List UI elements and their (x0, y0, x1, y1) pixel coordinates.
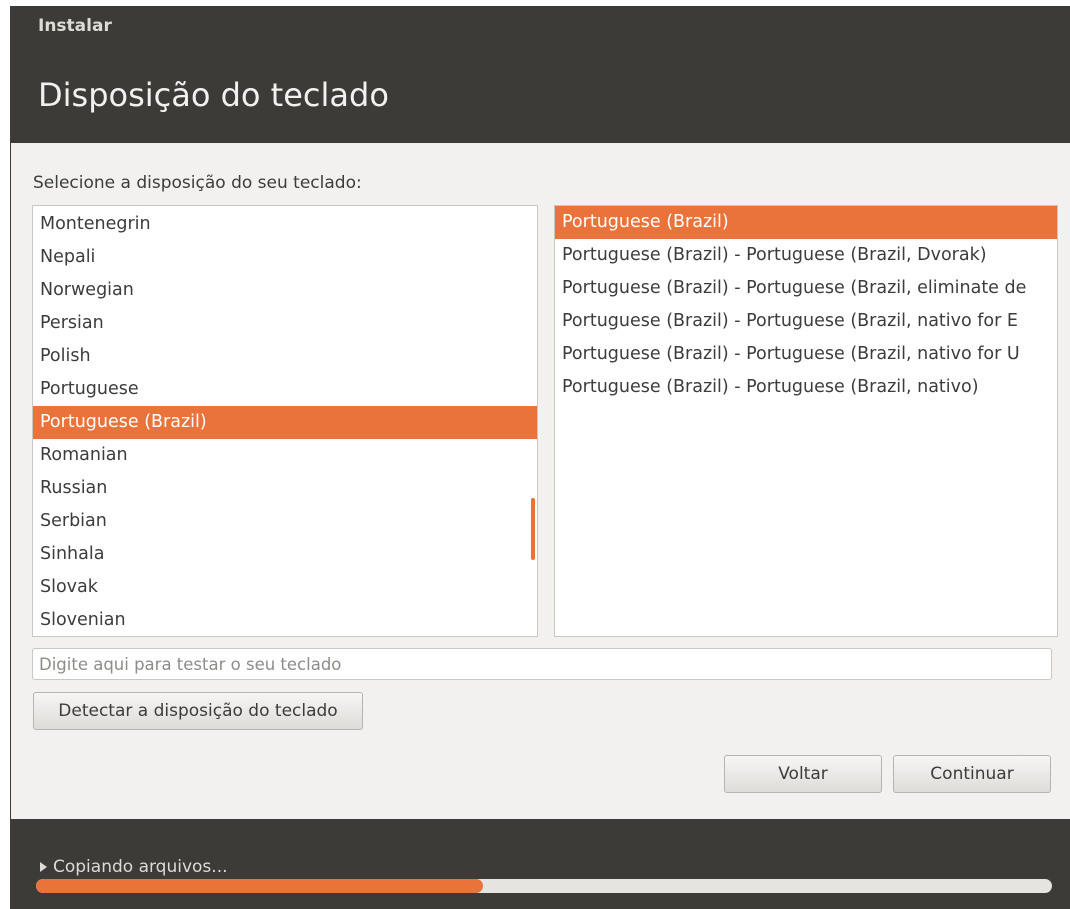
progress-footer: Copiando arquivos... (10, 819, 1070, 909)
layout-item[interactable]: Sinhala (33, 538, 537, 571)
layout-item[interactable]: Polish (33, 340, 537, 373)
installer-window: Instalar Disposição do teclado Selecione… (10, 6, 1070, 909)
layout-item[interactable]: Serbian (33, 505, 537, 538)
app-title: Instalar (38, 16, 112, 36)
variant-item[interactable]: Portuguese (Brazil) - Portuguese (Brazil… (555, 338, 1057, 371)
back-button[interactable]: Voltar (724, 755, 882, 793)
layout-list-scrollbar[interactable] (531, 498, 535, 560)
layout-item[interactable]: Portuguese (33, 373, 537, 406)
layout-item[interactable]: Romanian (33, 439, 537, 472)
content-area: Selecione a disposição do seu teclado: M… (10, 143, 1070, 819)
layout-list[interactable]: Montenegrin Nepali Norwegian Persian Pol… (32, 205, 538, 637)
progress-toggle[interactable]: Copiando arquivos... (40, 857, 228, 877)
progress-label: Copiando arquivos... (53, 857, 228, 877)
progress-bar (36, 879, 1052, 893)
layout-item[interactable]: Slovak (33, 571, 537, 604)
layout-item[interactable]: Montenegrin (33, 208, 537, 241)
variant-list[interactable]: Portuguese (Brazil) Portuguese (Brazil) … (554, 205, 1058, 637)
continue-button[interactable]: Continuar (893, 755, 1051, 793)
header: Instalar Disposição do teclado (10, 6, 1070, 143)
variant-item[interactable]: Portuguese (Brazil) - Portuguese (Brazil… (555, 239, 1057, 272)
variant-item[interactable]: Portuguese (Brazil) - Portuguese (Brazil… (555, 305, 1057, 338)
layout-item-selected[interactable]: Portuguese (Brazil) (33, 406, 537, 439)
layout-item[interactable]: Russian (33, 472, 537, 505)
variant-item-selected[interactable]: Portuguese (Brazil) (555, 206, 1057, 239)
progress-fill (36, 879, 484, 893)
layout-item[interactable]: Nepali (33, 241, 537, 274)
variant-item[interactable]: Portuguese (Brazil) - Portuguese (Brazil… (555, 272, 1057, 305)
layout-item[interactable]: Slovenian (33, 604, 537, 636)
layout-prompt: Selecione a disposição do seu teclado: (33, 173, 362, 193)
variant-item[interactable]: Portuguese (Brazil) - Portuguese (Brazil… (555, 371, 1057, 404)
keyboard-test-input[interactable] (32, 648, 1052, 680)
detect-layout-button[interactable]: Detectar a disposição do teclado (33, 692, 363, 730)
page-title: Disposição do teclado (38, 76, 389, 114)
layout-item[interactable]: Persian (33, 307, 537, 340)
triangle-right-icon (40, 862, 47, 872)
layout-item[interactable]: Norwegian (33, 274, 537, 307)
